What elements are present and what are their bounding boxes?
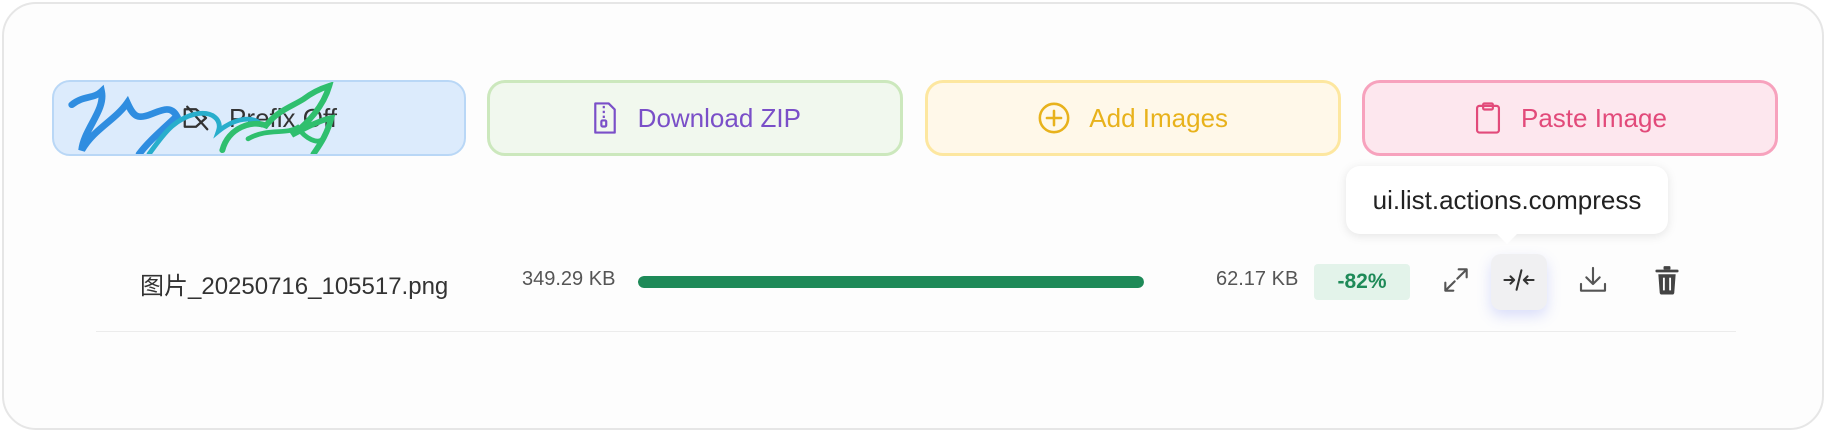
- file-row: 图片_20250716_105517.png 349.29 KB 62.17 K…: [96, 252, 1736, 312]
- reduction-badge: -82%: [1314, 264, 1410, 300]
- trash-icon: [1653, 265, 1681, 300]
- add-images-button[interactable]: Add Images: [924, 80, 1341, 156]
- plus-circle-icon: [1037, 101, 1071, 135]
- paste-image-button[interactable]: Paste Image: [1361, 80, 1778, 156]
- download-file-button[interactable]: [1565, 254, 1621, 310]
- progress-fill: [638, 276, 1144, 288]
- download-icon: [1577, 264, 1609, 301]
- row-divider: [96, 331, 1736, 332]
- toolbar: Prefix Off Download ZIP Add Images Paste…: [52, 80, 1778, 156]
- reduction-value: -82%: [1337, 270, 1387, 293]
- add-images-label: Add Images: [1089, 102, 1229, 133]
- prefix-toggle-label: Prefix Off: [229, 102, 337, 133]
- file-name: 图片_20250716_105517.png: [140, 273, 449, 300]
- download-zip-button[interactable]: Download ZIP: [487, 80, 904, 156]
- prefix-toggle-button[interactable]: Prefix Off: [52, 80, 466, 156]
- compression-progress-bar: [638, 276, 1144, 288]
- prefix-tag-icon: [181, 103, 211, 133]
- original-size: 349.29 KB: [522, 268, 616, 290]
- tooltip-text: ui.list.actions.compress: [1372, 184, 1642, 215]
- compressed-size: 62.17 KB: [1216, 268, 1299, 290]
- delete-file-button[interactable]: [1639, 254, 1695, 310]
- download-zip-label: Download ZIP: [637, 102, 801, 133]
- compress-tooltip: ui.list.actions.compress: [1346, 166, 1668, 244]
- paste-image-label: Paste Image: [1520, 102, 1667, 133]
- compress-button[interactable]: [1491, 254, 1547, 310]
- clipboard-icon: [1473, 101, 1503, 135]
- compress-icon: [1502, 265, 1536, 300]
- zip-file-icon: [590, 101, 620, 135]
- fullscreen-button[interactable]: [1428, 254, 1484, 310]
- expand-icon: [1440, 264, 1472, 301]
